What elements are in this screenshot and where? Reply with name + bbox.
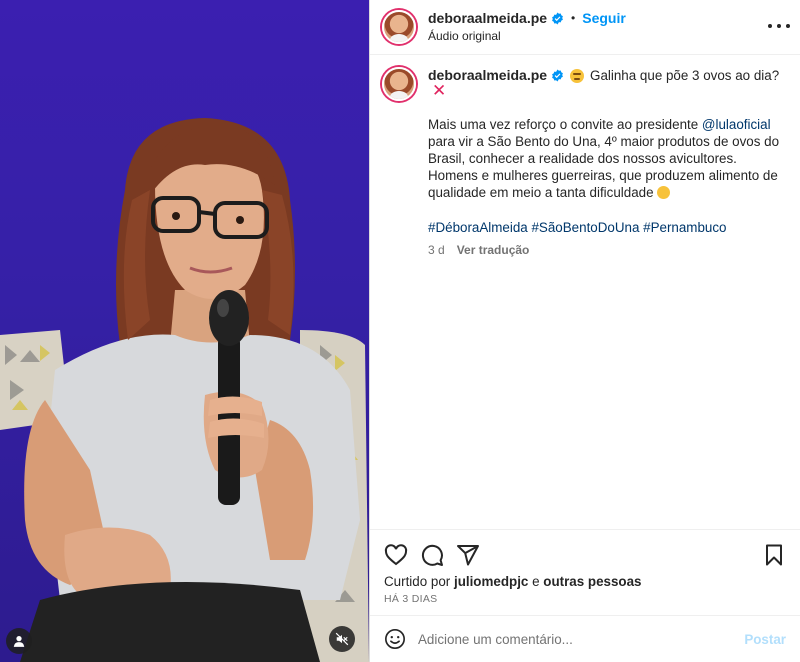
audio-link[interactable]: Áudio original [428, 29, 626, 44]
verified-badge-icon [552, 69, 563, 82]
muted-speaker-icon [335, 632, 349, 646]
post-timestamp: HÁ 3 DIAS [384, 593, 438, 605]
bookmark-icon[interactable] [762, 543, 786, 567]
see-translation-link[interactable]: Ver tradução [457, 242, 530, 259]
reel-video[interactable] [0, 0, 369, 662]
emoji-smile-icon[interactable] [384, 628, 406, 650]
post-age: 3 d [428, 243, 445, 257]
caption-text: Mais uma vez reforço o convite ao presid… [428, 117, 780, 200]
post-header: deboraalmeida.pe • Seguir Áudio original [370, 0, 800, 55]
post-comment-button[interactable]: Postar [744, 632, 786, 647]
username-link[interactable]: deboraalmeida.pe [428, 10, 547, 28]
cross-mark-icon: ✕ [432, 81, 447, 100]
liker-username-link[interactable]: juliomedpjc [454, 574, 528, 589]
send-icon[interactable] [456, 543, 480, 567]
caption-meta: 3 d Ver tradução [428, 242, 788, 259]
caption-avatar[interactable] [382, 67, 416, 101]
heart-icon[interactable] [384, 543, 408, 567]
likes-summary: Curtido por juliomedpjc e outras pessoas [384, 574, 642, 589]
follow-button[interactable]: Seguir [582, 10, 626, 28]
verified-badge-icon [552, 12, 563, 25]
comment-icon[interactable] [420, 543, 444, 567]
mention-link[interactable]: @lulaoficial [702, 117, 771, 132]
separator-dot: • [571, 11, 576, 25]
post-details-panel: deboraalmeida.pe • Seguir Áudio original… [369, 0, 800, 662]
comment-form: Postar [370, 615, 800, 662]
caption-title: Galinha que põe 3 ovos ao dia? [590, 68, 780, 83]
post-actions-section: Curtido por juliomedpjc e outras pessoas… [370, 529, 800, 605]
tagged-users-button[interactable] [6, 628, 32, 654]
more-options-icon[interactable] [768, 18, 790, 34]
user-tag-icon [13, 636, 25, 647]
avatar[interactable] [382, 10, 416, 44]
post-caption: deboraalmeida.pe Galinha que põe 3 ovos … [370, 55, 800, 259]
thinking-face-icon [570, 68, 585, 83]
mute-toggle-button[interactable] [329, 626, 355, 652]
action-bar [370, 530, 800, 574]
winking-face-icon [656, 186, 670, 199]
video-frame [0, 118, 369, 662]
comment-input[interactable] [418, 631, 737, 647]
other-likers-link[interactable]: outras pessoas [543, 574, 641, 589]
hashtags[interactable]: #DéboraAlmeida #SãoBentoDoUna #Pernambuc… [428, 219, 788, 236]
